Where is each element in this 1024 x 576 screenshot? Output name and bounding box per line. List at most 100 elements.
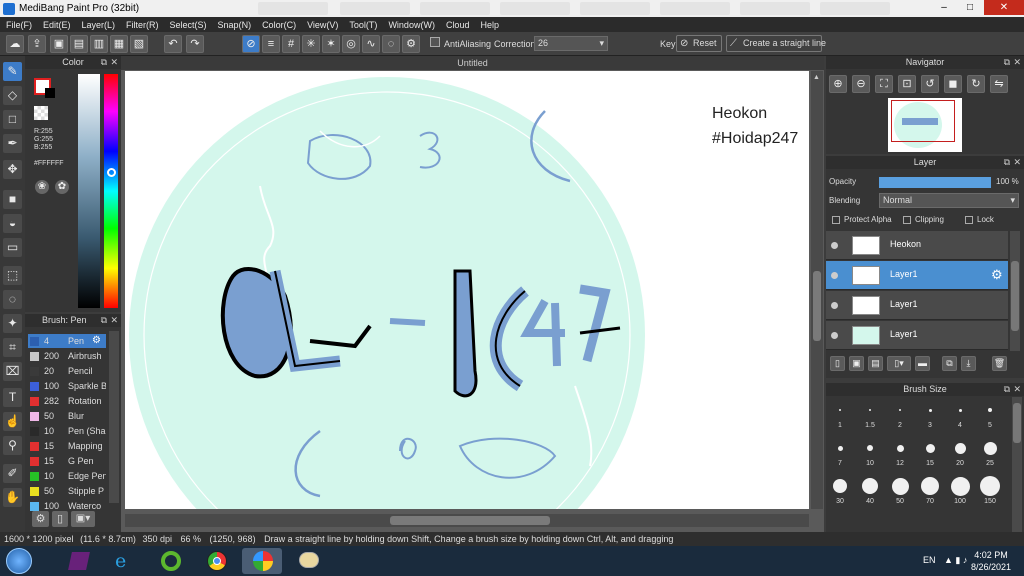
saturation-value-picker[interactable] xyxy=(78,74,100,308)
internet-explorer-icon[interactable]: e xyxy=(104,548,144,574)
straight-line-button[interactable]: ⟋ Create a straight line xyxy=(726,35,826,52)
background-tab[interactable] xyxy=(580,2,650,15)
menu-view[interactable]: View(V) xyxy=(307,20,338,30)
select-eraser-icon[interactable]: ⌧ xyxy=(3,362,22,381)
magic-wand-icon[interactable]: ✦ xyxy=(3,314,22,333)
brush-size-scroll-thumb[interactable] xyxy=(1013,403,1021,443)
brush-size-option[interactable] xyxy=(896,444,904,452)
layer-row[interactable]: Layer1 ⚙ xyxy=(826,261,1008,290)
new-8bit-layer-icon[interactable]: ▤ xyxy=(868,356,883,371)
background-tab[interactable] xyxy=(258,2,328,15)
view-rectangle[interactable] xyxy=(891,100,955,142)
background-tab[interactable] xyxy=(660,2,730,15)
brush-size-option[interactable] xyxy=(928,408,932,412)
brush-list-item[interactable]: 100 Sparkle B xyxy=(28,379,106,393)
menu-filter[interactable]: Filter(R) xyxy=(126,20,159,30)
close-icon[interactable]: ✕ xyxy=(1013,56,1021,69)
color-set-icon[interactable]: ✿ xyxy=(55,180,69,194)
float-icon[interactable]: ⧉ xyxy=(1004,56,1010,69)
background-tab[interactable] xyxy=(820,2,890,15)
close-icon[interactable]: ✕ xyxy=(110,314,118,327)
select-tool-icon[interactable]: ⬚ xyxy=(3,266,22,285)
float-icon[interactable]: ⧉ xyxy=(1004,383,1010,396)
correction-select[interactable]: 26 ▾ xyxy=(534,36,608,51)
background-tab[interactable] xyxy=(500,2,570,15)
background-tab[interactable] xyxy=(340,2,410,15)
new-brush-icon[interactable]: ▯ xyxy=(52,511,68,527)
menu-file[interactable]: File(F) xyxy=(6,20,32,30)
menu-layer[interactable]: Layer(L) xyxy=(82,20,116,30)
menu-cloud[interactable]: Cloud xyxy=(446,20,470,30)
background-color-swatch[interactable] xyxy=(45,88,55,98)
duplicate-layer-icon[interactable]: ⧉ xyxy=(942,356,957,371)
chrome-icon[interactable] xyxy=(196,548,236,574)
coccoc-browser-icon[interactable] xyxy=(150,548,190,574)
hand-tool-icon[interactable]: ✋ xyxy=(3,488,22,507)
canvas-paper[interactable]: Heokon #Hoidap247 xyxy=(125,71,809,509)
text-tool-icon[interactable]: T xyxy=(3,388,22,407)
canvas-vertical-scrollbar[interactable]: ▲ xyxy=(811,71,823,509)
brush-size-option[interactable] xyxy=(839,409,841,411)
menu-edit[interactable]: Edit(E) xyxy=(43,20,71,30)
eyedropper-tool-icon[interactable]: ⚲ xyxy=(3,436,22,455)
menu-window[interactable]: Window(W) xyxy=(388,20,435,30)
close-button[interactable]: ✕ xyxy=(984,0,1024,15)
visibility-icon[interactable] xyxy=(831,242,838,249)
lock-checkbox[interactable] xyxy=(965,216,973,224)
document-tab[interactable]: Untitled xyxy=(121,56,824,70)
transparent-color-swatch[interactable] xyxy=(34,106,48,120)
language-indicator[interactable]: EN xyxy=(923,555,936,565)
brush-list-item[interactable]: 4 Pen ⚙ xyxy=(28,334,106,348)
medibang-taskbar-icon[interactable] xyxy=(242,548,282,574)
cloud-icon[interactable]: ☁ xyxy=(6,35,24,53)
brush-list-item[interactable]: 20 Pencil xyxy=(28,364,106,378)
menu-color[interactable]: Color(C) xyxy=(262,20,296,30)
snap-off-icon[interactable]: ⊘ xyxy=(242,35,260,53)
redo-icon[interactable]: ↷ xyxy=(186,35,204,53)
vertical-scroll-thumb[interactable] xyxy=(813,271,821,341)
close-icon[interactable]: ✕ xyxy=(1013,383,1021,396)
new-file-icon[interactable]: ▤ xyxy=(70,35,88,53)
float-icon[interactable]: ⧉ xyxy=(1004,156,1010,169)
zoom-in-icon[interactable]: ⊕ xyxy=(829,75,847,93)
brush-size-option[interactable] xyxy=(899,409,901,411)
visual-studio-icon[interactable] xyxy=(58,548,98,574)
brush-size-option[interactable] xyxy=(958,408,962,412)
open-icon[interactable]: ▦ xyxy=(110,35,128,53)
brush-size-option[interactable] xyxy=(837,445,843,451)
brush-list-item[interactable]: 10 Edge Pen xyxy=(28,469,106,483)
folder-icon[interactable]: ▬ xyxy=(915,356,930,371)
protect-alpha-checkbox[interactable] xyxy=(832,216,840,224)
brush-settings-icon[interactable]: ⚙ xyxy=(32,511,49,527)
chat-icon[interactable]: ▣ xyxy=(50,35,68,53)
layer-menu-icon[interactable]: ▯▾ xyxy=(887,356,911,371)
layer-row[interactable]: Heokon xyxy=(826,231,1008,260)
background-tab[interactable] xyxy=(420,2,490,15)
dropper-icon[interactable]: ✐ xyxy=(3,464,22,483)
menu-select[interactable]: Select(S) xyxy=(170,20,207,30)
layer-row[interactable]: Layer1 xyxy=(826,321,1008,350)
brush-list-item[interactable]: 282 Rotation xyxy=(28,394,106,408)
palette-icon[interactable]: ❀ xyxy=(35,180,49,194)
menu-snap[interactable]: Snap(N) xyxy=(218,20,252,30)
menu-tool[interactable]: Tool(T) xyxy=(349,20,377,30)
shape-tool-icon[interactable]: □ xyxy=(3,110,22,129)
eraser-tool-icon[interactable]: ◇ xyxy=(3,86,22,105)
undo-icon[interactable]: ↶ xyxy=(164,35,182,53)
brush-size-option[interactable] xyxy=(833,479,847,493)
delete-layer-icon[interactable]: 🗑 xyxy=(992,356,1007,371)
brush-size-option[interactable] xyxy=(954,442,966,454)
brush-size-option[interactable] xyxy=(950,476,970,496)
layer-settings-icon[interactable]: ⚙ xyxy=(991,267,1003,283)
clock[interactable]: 4:02 PM 8/26/2021 xyxy=(966,549,1016,573)
brush-list-item[interactable]: 15 G Pen xyxy=(28,454,106,468)
brush-size-option[interactable] xyxy=(862,478,878,494)
snap-settings-icon[interactable]: ⚙ xyxy=(402,35,420,53)
curve-snap-icon[interactable]: ∿ xyxy=(362,35,380,53)
brush-list-item[interactable]: 200 Airbrush xyxy=(28,349,106,363)
visibility-icon[interactable] xyxy=(831,302,838,309)
gradient-tool-icon[interactable]: ▭ xyxy=(3,238,22,257)
brush-tool-icon[interactable]: ✎ xyxy=(3,62,22,81)
navigator-thumbnail[interactable] xyxy=(888,98,962,152)
brush-size-option[interactable] xyxy=(869,409,871,411)
